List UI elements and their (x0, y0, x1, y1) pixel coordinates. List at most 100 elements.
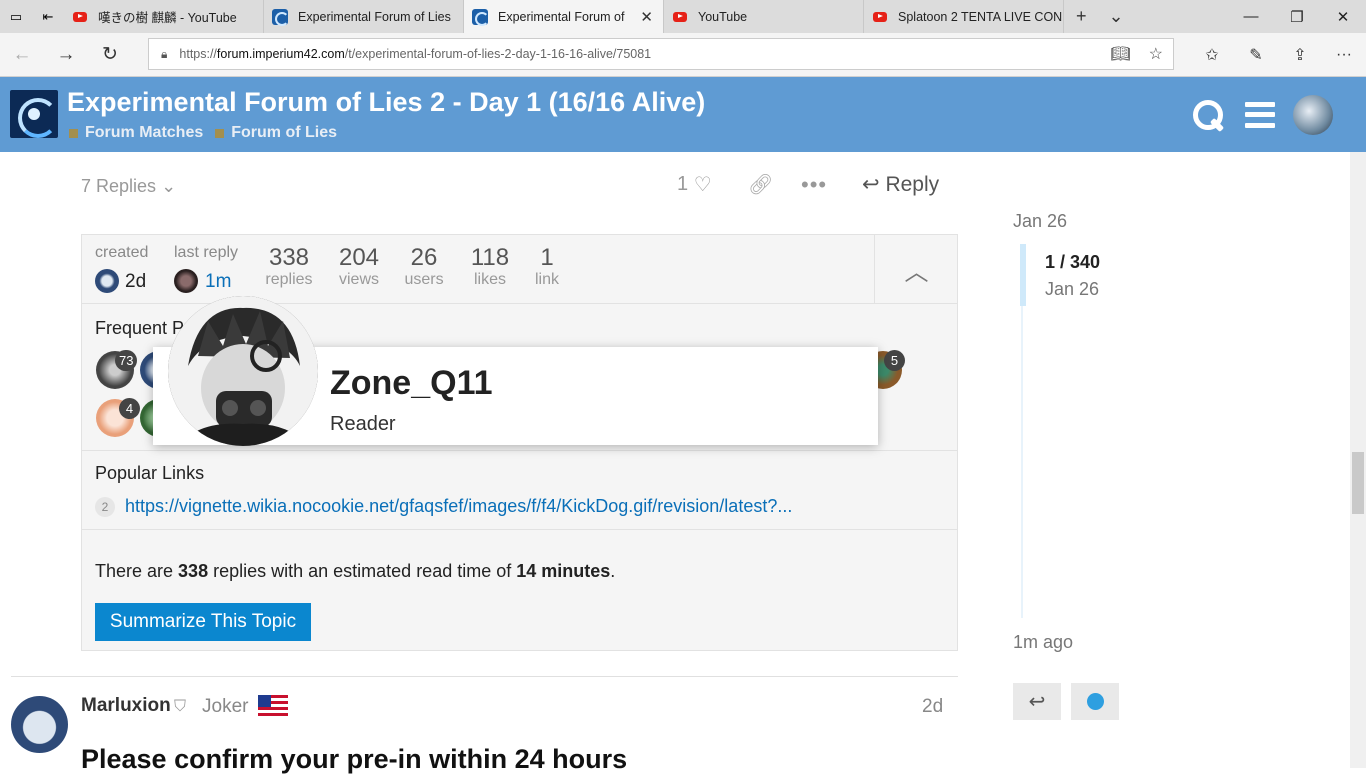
last-reply-value[interactable]: 1m (205, 271, 231, 293)
link-click-count: 2 (95, 496, 115, 517)
post-divider (11, 676, 958, 677)
tab-title: Experimental Forum of (498, 9, 625, 24)
browser-tab-3-active[interactable]: Experimental Forum of ✕ (464, 0, 664, 33)
user-card-title: Reader (330, 413, 396, 435)
stat-users: 26 users (404, 244, 444, 288)
post-author-name[interactable]: Marluxion (81, 695, 171, 717)
site-header: Experimental Forum of Lies 2 - Day 1 (16… (0, 77, 1366, 152)
browser-tab-bar: ▭ ⇤ 嘆きの樹 麒麟 - YouTube Experimental Forum… (0, 0, 1366, 33)
url-path: /t/experimental-forum-of-lies-2-day-1-16… (344, 47, 652, 61)
lock-icon: 🔒︎ (161, 46, 168, 61)
post-count-badge: 5 (884, 350, 905, 371)
notification-level-button[interactable] (1071, 683, 1119, 720)
collapse-map-chevron-up-icon[interactable]: ︿ (874, 235, 958, 304)
like-button[interactable]: 1 ♡ (677, 172, 712, 197)
minimize-icon[interactable]: — (1228, 0, 1274, 33)
timeline-start-date[interactable]: Jan 26 (1013, 211, 1067, 232)
tab-title: Splatoon 2 TENTA LIVE CON (898, 9, 1063, 24)
browser-tab-1[interactable]: 嘆きの樹 麒麟 - YouTube (64, 0, 264, 33)
popular-link-row: 2 https://vignette.wikia.nocookie.net/gf… (95, 496, 792, 517)
more-settings-icon[interactable]: ··· (1322, 46, 1366, 64)
tab-title: 嘆きの樹 麒麟 - YouTube (98, 11, 237, 25)
web-note-icon[interactable]: ✎ (1234, 45, 1278, 65)
post-heading: Please confirm your pre-in within 24 hou… (81, 744, 628, 774)
us-flag-icon (258, 695, 288, 717)
topic-map-stats[interactable]: created 2d last reply 1m 338 replies 204 v… (82, 235, 874, 304)
popular-links-title: Popular Links (95, 463, 205, 483)
url-field[interactable]: 🔒︎ https://forum.imperium42.com/t/experi… (148, 38, 1174, 70)
creator-avatar[interactable] (95, 269, 119, 293)
category-forum-matches[interactable]: Forum Matches (69, 124, 203, 142)
page-scrollbar[interactable] (1350, 152, 1366, 768)
topic-title[interactable]: Experimental Forum of Lies 2 - Day 1 (16… (67, 87, 705, 118)
divider (82, 450, 957, 451)
current-user-avatar[interactable] (1293, 94, 1333, 135)
tab-list-chevron-icon[interactable]: ⌄ (1109, 6, 1124, 27)
created-value: 2d (125, 271, 147, 292)
created-label: created (95, 244, 149, 261)
last-reply-label: last reply (174, 244, 239, 261)
category-forum-of-lies[interactable]: Forum of Lies (215, 124, 337, 142)
browser-tab-5[interactable]: Splatoon 2 TENTA LIVE CON (864, 0, 1064, 33)
reply-arrow-icon: ↩ (862, 173, 880, 196)
close-window-icon[interactable]: ✕ (1320, 0, 1366, 33)
stat-views: 204 views (338, 244, 380, 288)
stat-links: 1 link (534, 244, 559, 288)
chevron-down-icon: ⌄ (161, 176, 177, 196)
refresh-icon[interactable]: ↻ (88, 43, 132, 66)
restore-icon[interactable]: ❐ (1274, 0, 1320, 33)
browser-tab-4[interactable]: YouTube (664, 0, 864, 33)
site-logo[interactable] (10, 90, 58, 138)
timeline-end-label[interactable]: 1m ago (1013, 632, 1073, 653)
scrollbar-thumb[interactable] (1352, 452, 1364, 514)
post-author-title: Joker (202, 696, 249, 717)
tracking-dot-icon (1086, 693, 1104, 710)
last-replier-avatar[interactable] (174, 269, 198, 293)
heart-icon: ♡ (693, 174, 712, 196)
url-domain: forum.imperium42.com (216, 47, 345, 61)
tab-actions-icon[interactable]: ▭ (0, 0, 32, 33)
stat-likes: 118 likes (470, 244, 510, 288)
hamburger-menu-icon[interactable] (1245, 101, 1275, 128)
youtube-icon (72, 9, 88, 25)
divider (82, 529, 957, 530)
search-icon[interactable] (1191, 98, 1225, 132)
close-tab-icon[interactable]: ✕ (640, 8, 653, 26)
browser-address-bar: ← → ↻ 🔒︎ https://forum.imperium42.com/t/… (0, 33, 1366, 77)
category-color-square (69, 128, 78, 138)
set-aside-tabs-icon[interactable]: ⇤ (32, 0, 64, 33)
user-card-avatar[interactable] (168, 296, 318, 446)
share-icon[interactable]: ⇪ (1278, 45, 1322, 65)
user-card-username[interactable]: Zone_Q11 (330, 364, 493, 403)
forward-icon[interactable]: → (44, 44, 88, 66)
imperium-icon (272, 8, 289, 26)
back-icon[interactable]: ← (0, 44, 44, 66)
more-actions-icon[interactable]: ••• (801, 172, 827, 198)
moderator-shield-icon: ⛉ (174, 698, 187, 715)
youtube-icon (872, 9, 888, 25)
like-count: 1 (677, 173, 689, 195)
timeline-reply-icon[interactable]: ↩ (1013, 683, 1061, 720)
post-date[interactable]: 2d (922, 696, 943, 718)
timeline-handle[interactable] (1020, 244, 1026, 306)
favorites-hub-icon[interactable]: ✩ (1190, 45, 1234, 65)
post-count-badge: 73 (115, 350, 138, 371)
reading-view-icon[interactable]: 📖︎ (1110, 44, 1130, 64)
reply-button[interactable]: ↩ Reply (862, 172, 939, 197)
share-link-icon[interactable]: 🔗︎ (748, 172, 773, 197)
replies-toggle[interactable]: 7 Replies ⌄ (81, 176, 176, 197)
summarize-topic-button[interactable]: Summarize This Topic (95, 603, 311, 641)
favorite-star-icon[interactable]: ☆ (1149, 44, 1163, 64)
category-color-square (215, 128, 225, 138)
browser-tab-2[interactable]: Experimental Forum of Lies (264, 0, 464, 33)
post-count-badge: 4 (119, 398, 140, 419)
post-author-avatar[interactable] (11, 696, 68, 753)
category-breadcrumb: Forum Matches Forum of Lies (69, 124, 337, 142)
url-prefix: https:// (179, 47, 217, 61)
youtube-icon (672, 9, 688, 25)
popular-link[interactable]: https://vignette.wikia.nocookie.net/gfaq… (125, 496, 792, 517)
timeline-position: 1 / 340 (1045, 252, 1101, 272)
tab-title: YouTube (698, 9, 748, 24)
new-tab-icon[interactable]: + (1076, 6, 1087, 27)
read-time-summary: There are 338 replies with an estimated … (95, 561, 616, 581)
